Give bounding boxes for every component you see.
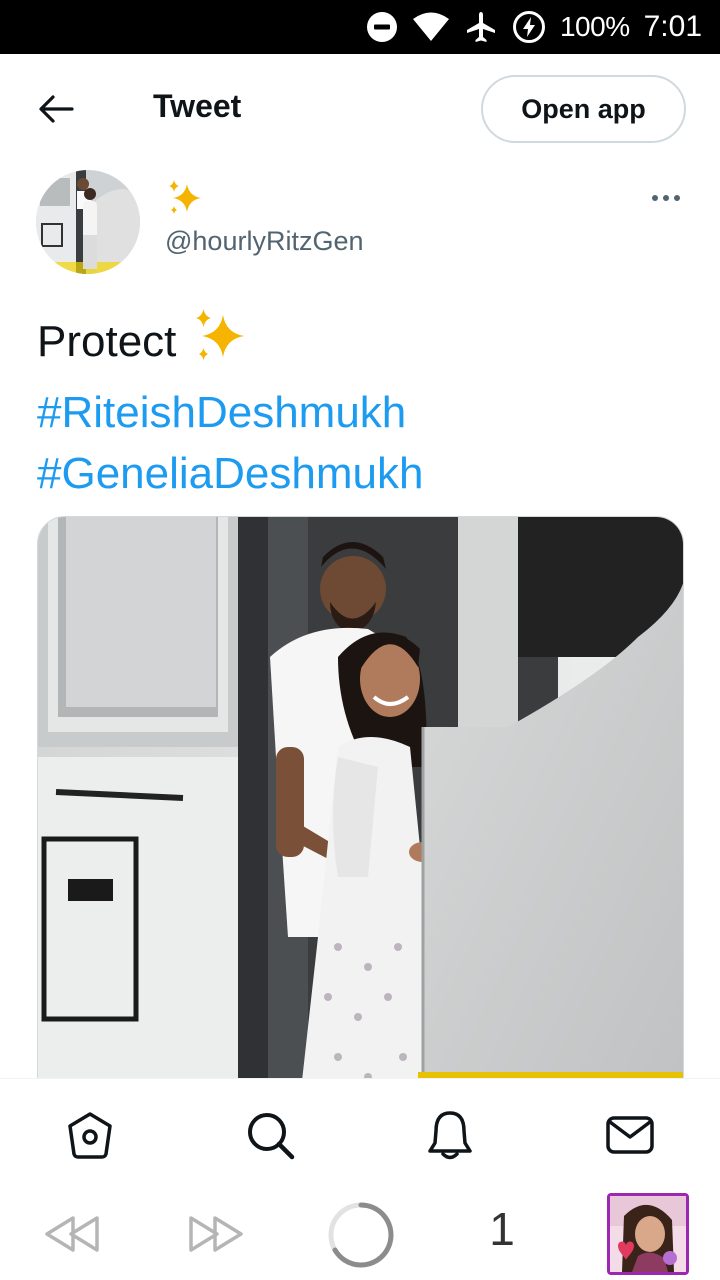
rewind-icon [45,1216,99,1252]
airplane-icon [464,10,498,44]
hashtag-riteish[interactable]: #RiteishDeshmukh [37,382,687,443]
user-handle[interactable]: @hourlyRitzGen [165,226,363,257]
now-playing-thumbnail[interactable] [607,1193,689,1275]
page: 100% 7:01 Tweet Open app @hourlyRitzGen … [0,0,720,1280]
more-dot-icon [652,195,658,201]
loading-spinner [326,1200,396,1270]
do-not-disturb-icon [366,11,398,43]
nav-notifications[interactable] [420,1107,480,1163]
status-bar: 100% 7:01 [0,0,720,54]
clock: 7:01 [643,10,702,43]
nav-search[interactable] [240,1107,300,1163]
tweet-word-protect: Protect [37,317,177,366]
tweet-photo[interactable] [37,516,684,1116]
search-icon [248,1113,295,1160]
avatar[interactable] [36,170,140,274]
back-button[interactable] [36,92,76,126]
loading-spinner-icon [328,1202,394,1268]
notifications-icon [428,1111,472,1160]
tweet-line-1: Protect [37,306,687,382]
battery-percent: 100% [559,11,630,42]
messages-icon [606,1116,654,1154]
page-title: Tweet [153,88,242,124]
header: Tweet Open app [0,54,720,164]
item-count: 1 [489,1203,515,1255]
nav-home[interactable] [60,1107,120,1163]
sparkles-icon [169,180,201,214]
wifi-icon [412,12,450,42]
tweet-text: Protect #RiteishDeshmukh #GeneliaDeshmuk… [37,306,687,504]
more-dot-icon [663,195,669,201]
open-app-button[interactable]: Open app [481,75,686,143]
sparkles-emoji-icon [190,306,250,382]
battery-saver-icon [512,10,546,44]
fast-forward-icon [189,1216,243,1252]
fast-forward-button[interactable] [186,1212,246,1256]
rewind-button[interactable] [42,1212,102,1256]
hashtag-genelia[interactable]: #GeneliaDeshmukh [37,443,687,504]
display-name[interactable] [165,178,205,227]
more-options-button[interactable] [646,186,686,210]
more-dot-icon [674,195,680,201]
back-arrow-icon [39,95,74,123]
nav-messages[interactable] [600,1107,660,1163]
bottom-navigation [0,1078,720,1188]
home-icon [68,1112,112,1159]
